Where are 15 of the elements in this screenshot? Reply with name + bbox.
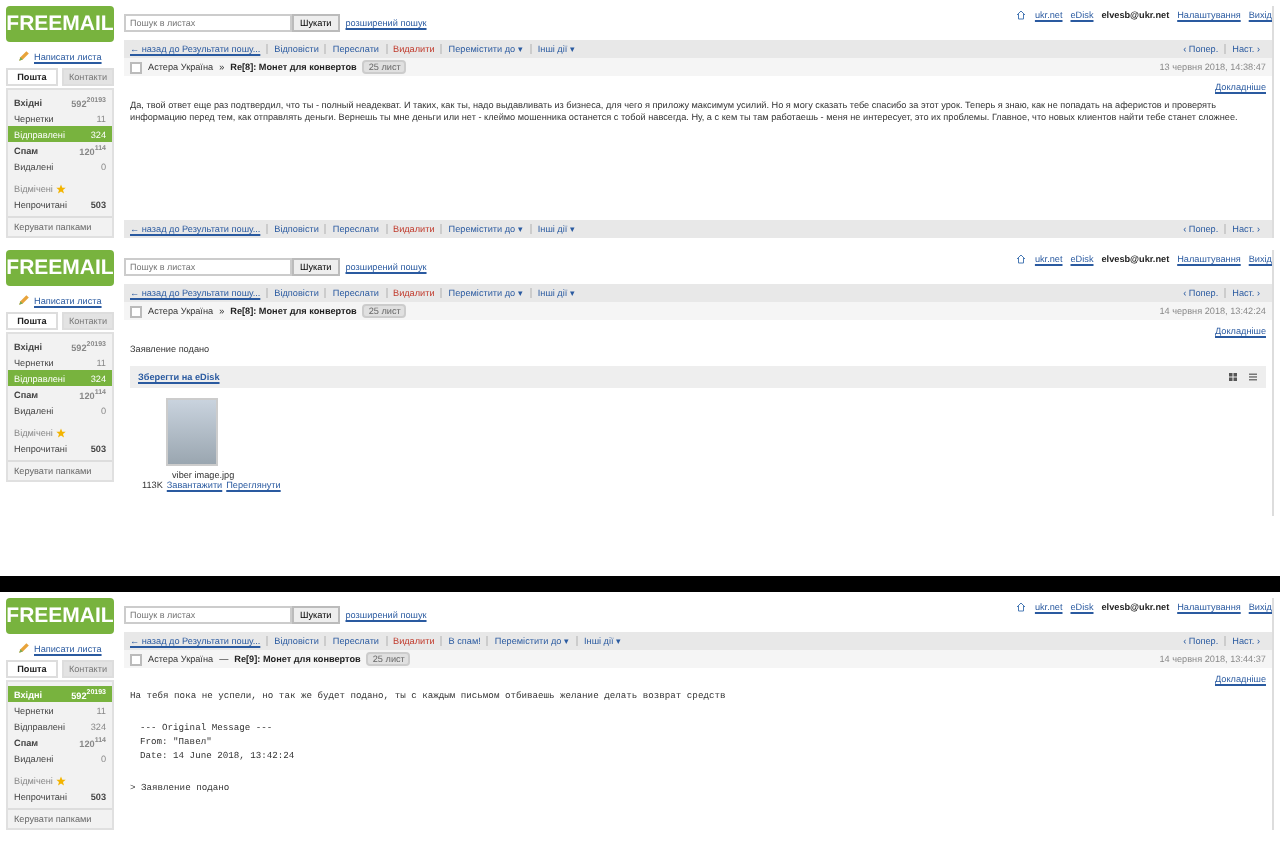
checkbox[interactable] <box>130 653 142 665</box>
home-icon <box>1016 254 1027 264</box>
photo-placeholder[interactable] <box>166 397 218 466</box>
pen-icon <box>18 294 30 306</box>
home-icon <box>1016 10 1027 20</box>
star-icon <box>56 775 67 785</box>
star-icon <box>56 183 67 193</box>
pen-icon <box>18 642 30 654</box>
home-icon <box>1016 602 1027 612</box>
pen-icon <box>18 50 30 62</box>
list-view-icon[interactable] <box>1248 371 1258 382</box>
checkbox[interactable] <box>130 61 142 73</box>
checkbox[interactable] <box>130 305 142 317</box>
star-icon <box>56 427 67 437</box>
grid-view-icon[interactable] <box>1228 371 1238 382</box>
